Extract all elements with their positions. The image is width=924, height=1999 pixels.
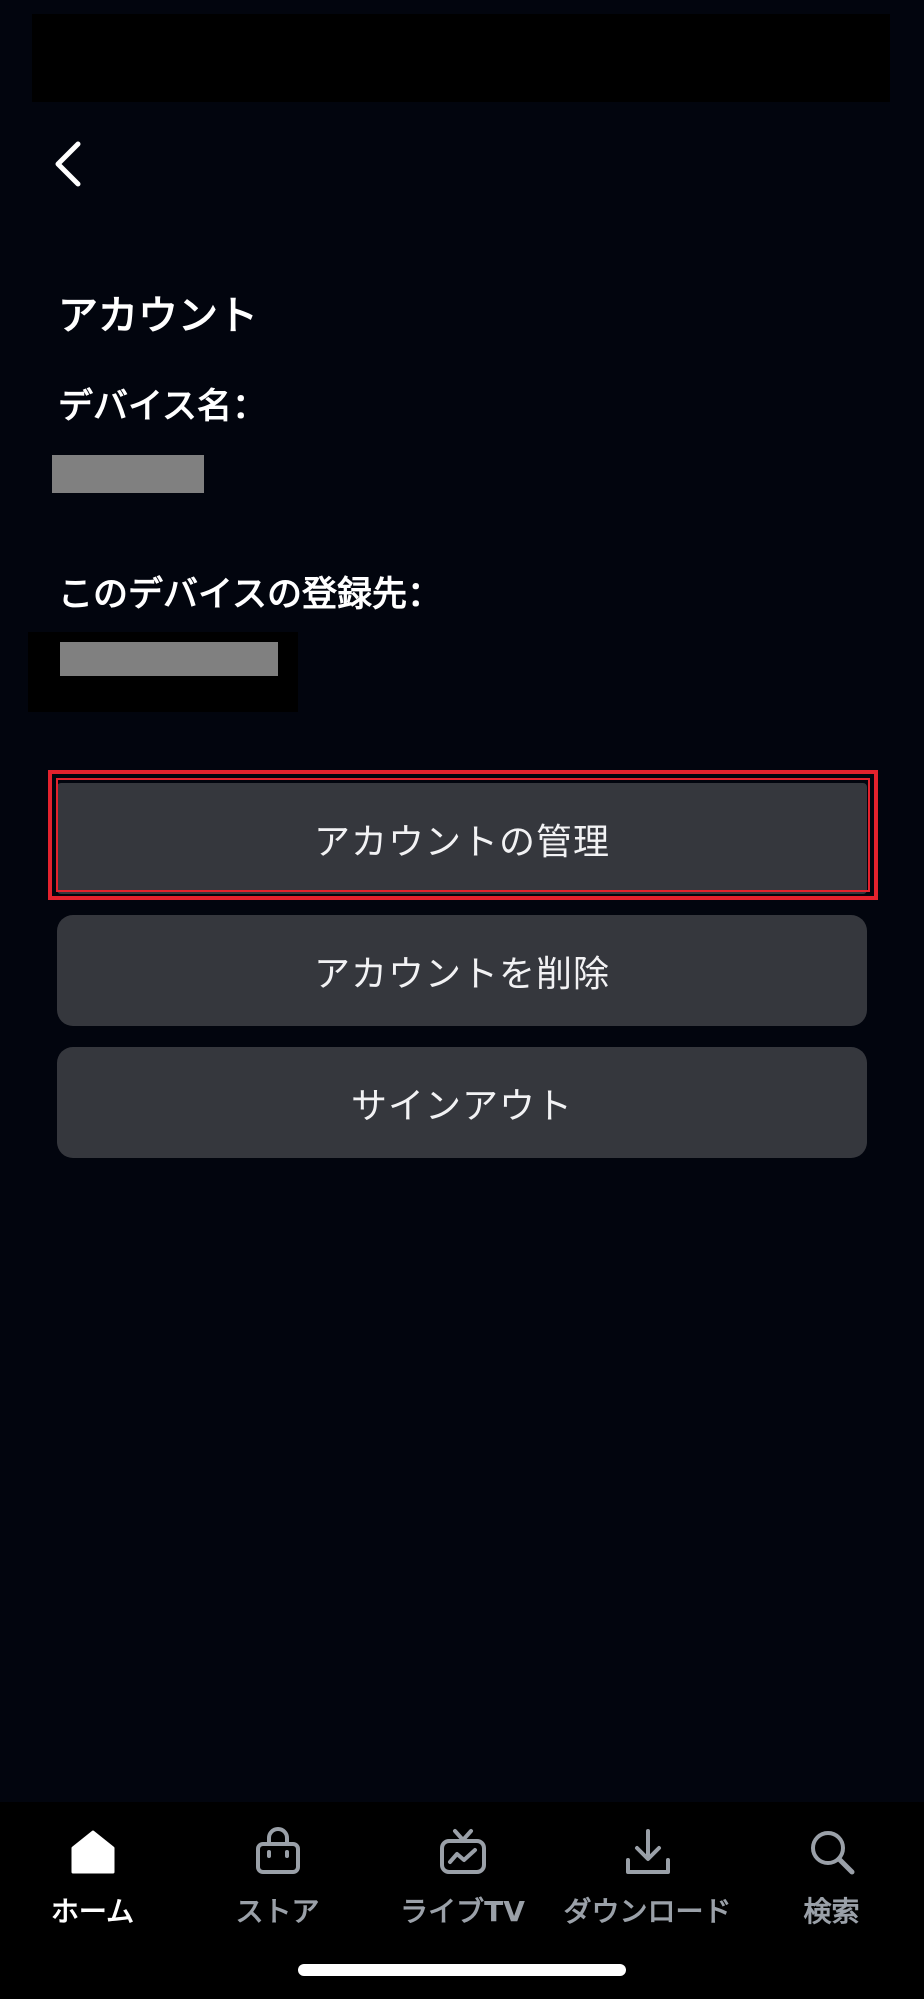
back-button[interactable] xyxy=(40,128,96,200)
live-tv-icon xyxy=(435,1824,491,1880)
registered-to-label: このデバイスの登録先： xyxy=(58,575,442,615)
home-indicator xyxy=(298,1964,626,1976)
device-name-redacted xyxy=(52,455,204,493)
status-bar-redaction xyxy=(32,14,890,102)
sign-out-button[interactable]: サインアウト xyxy=(57,1047,867,1158)
nav-label-home: ホーム xyxy=(50,1895,135,1928)
chevron-left-icon xyxy=(55,141,81,187)
download-icon xyxy=(620,1824,676,1880)
delete-account-button[interactable]: アカウントを削除 xyxy=(57,915,867,1026)
account-title: アカウント xyxy=(58,293,258,339)
nav-item-home[interactable]: ホーム xyxy=(0,1824,185,1944)
bottom-nav: ホーム ストア ライブTV ダウンロード 検索 xyxy=(0,1802,924,1999)
nav-item-store[interactable]: ストア xyxy=(185,1824,370,1944)
search-icon xyxy=(804,1824,860,1880)
shopping-bag-icon xyxy=(250,1824,306,1880)
nav-label-search: 検索 xyxy=(803,1895,860,1928)
nav-label-store: ストア xyxy=(235,1895,320,1928)
home-icon xyxy=(65,1824,121,1880)
nav-label-download: ダウンロード xyxy=(563,1895,732,1928)
nav-item-search[interactable]: 検索 xyxy=(739,1824,924,1944)
manage-account-button[interactable]: アカウントの管理 xyxy=(57,783,867,894)
nav-item-download[interactable]: ダウンロード xyxy=(555,1824,740,1944)
nav-label-live-tv: ライブTV xyxy=(400,1895,525,1928)
nav-item-live-tv[interactable]: ライブTV xyxy=(370,1824,555,1944)
device-name-label: デバイス名： xyxy=(58,387,267,427)
registered-account-redacted xyxy=(60,642,278,676)
